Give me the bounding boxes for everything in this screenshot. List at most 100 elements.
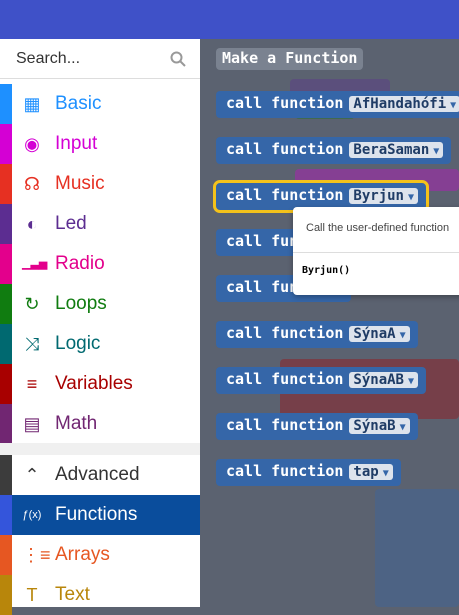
category-color-bar: [0, 164, 12, 204]
list-icon: ≡: [26, 374, 38, 394]
function-name: tap: [353, 464, 379, 480]
call-function-block[interactable]: call function SýnaA ▼: [216, 321, 418, 348]
category-label: Input: [55, 133, 98, 154]
category-loops[interactable]: ↻ Loops: [0, 284, 200, 324]
category-color-bar: [0, 455, 12, 495]
category-radio[interactable]: ▁▃▅ Radio: [0, 244, 200, 284]
category-color-bar: [0, 535, 12, 575]
category-color-bar: [0, 204, 12, 244]
category-label: Text: [55, 584, 90, 605]
search-box[interactable]: Search...: [0, 39, 200, 79]
function-dropdown[interactable]: tap ▼: [349, 464, 393, 480]
category-text[interactable]: T Text: [0, 575, 200, 615]
category-color-bar: [0, 284, 12, 324]
ghost-block: [375, 489, 459, 607]
category-label: Math: [55, 413, 98, 434]
category-color-bar: [0, 124, 12, 164]
category-label: Logic: [55, 333, 101, 354]
category-color-bar: [0, 575, 12, 615]
tooltip-signature: Byrjun(): [302, 265, 351, 276]
category-title: Make a Function: [216, 48, 364, 70]
category-color-bar: [0, 404, 12, 444]
block-label: call function: [226, 186, 344, 204]
category-color-bar: [0, 495, 12, 535]
category-color-bar: [0, 364, 12, 404]
grid-icon: ▦: [23, 94, 41, 114]
function-dropdown[interactable]: SýnaAB ▼: [349, 372, 419, 388]
function-name: SýnaB: [353, 418, 396, 434]
tooltip-divider: [293, 252, 459, 253]
category-color-bar: [0, 84, 12, 124]
shuffle-icon: ⤨: [24, 334, 40, 354]
category-math[interactable]: ▤ Math: [0, 404, 200, 444]
block-label: call function: [226, 94, 344, 112]
toggle-icon: ◐: [26, 214, 38, 234]
call-function-block[interactable]: call function tap ▼: [216, 459, 401, 486]
function-name: Byrjun: [353, 188, 404, 204]
function-name: AfHandahófi: [353, 96, 447, 112]
dropdown-arrow-icon: ▼: [450, 100, 457, 111]
function-dropdown[interactable]: SýnaA ▼: [349, 326, 410, 342]
signal-icon: ▁▃▅: [22, 258, 48, 270]
function-dropdown[interactable]: Byrjun ▼: [349, 188, 419, 204]
refresh-icon: ↻: [24, 294, 40, 314]
call-function-block[interactable]: call function BeraSaman ▼: [216, 137, 452, 164]
function-dropdown[interactable]: SýnaB ▼: [349, 418, 410, 434]
call-function-block[interactable]: call function AfHandahófi ▼: [216, 91, 459, 118]
category-logic[interactable]: ⤨ Logic: [0, 324, 200, 364]
function-name: SýnaA: [353, 326, 396, 342]
function-name: SýnaAB: [353, 372, 404, 388]
category-basic[interactable]: ▦ Basic: [0, 84, 200, 124]
block-label: call function: [226, 324, 344, 342]
toolbox-separator: [0, 443, 200, 455]
category-variables[interactable]: ≡ Variables: [0, 364, 200, 404]
category-label: Arrays: [55, 544, 110, 565]
dropdown-arrow-icon: ▼: [407, 192, 415, 203]
block-label: call function: [226, 140, 344, 158]
call-function-block[interactable]: call function SýnaB ▼: [216, 413, 418, 440]
calculator-icon: ▤: [23, 414, 41, 434]
category-functions[interactable]: ƒ(x) Functions: [0, 495, 200, 535]
dropdown-arrow-icon: ▼: [382, 468, 389, 479]
category-color-bar: [0, 324, 12, 364]
block-label: call function: [226, 370, 344, 388]
category-led[interactable]: ◐ Led: [0, 204, 200, 244]
block-tooltip: Call the user-defined function Byrjun(): [293, 207, 459, 295]
call-function-block[interactable]: call function Byrjun ▼: [212, 180, 430, 213]
category-label: Loops: [55, 293, 107, 314]
search-icon[interactable]: [170, 51, 186, 67]
target-icon: ◉: [24, 134, 40, 154]
chevron-up-icon: ⌃: [24, 465, 40, 485]
block-label: call function: [226, 416, 344, 434]
dropdown-arrow-icon: ▼: [399, 422, 406, 433]
category-music[interactable]: ☊ Music: [0, 164, 200, 204]
category-label: Music: [55, 173, 105, 194]
category-arrays[interactable]: ⋮≡ Arrays: [0, 535, 200, 575]
numbered-list-icon: ⋮≡: [22, 545, 51, 565]
category-label: Basic: [55, 93, 102, 114]
dropdown-arrow-icon: ▼: [407, 376, 415, 387]
category-label: Advanced: [55, 464, 140, 485]
blocks-workspace[interactable]: Make a Function call function AfHandahófi…: [200, 39, 459, 607]
text-icon: T: [26, 585, 38, 605]
function-dropdown[interactable]: AfHandahófi ▼: [349, 96, 459, 112]
dropdown-arrow-icon: ▼: [399, 330, 406, 341]
tooltip-description: Call the user-defined function: [306, 222, 450, 234]
headphones-icon: ☊: [24, 174, 40, 194]
search-input[interactable]: Search...: [16, 50, 80, 68]
category-label: Led: [55, 213, 87, 234]
function-icon: ƒ(x): [22, 509, 42, 521]
top-bar: [0, 0, 459, 39]
category-label: Functions: [55, 504, 138, 525]
call-function-block[interactable]: call function SýnaAB ▼: [216, 367, 427, 394]
toolbox-sidebar: Search... ▦ Basic ◉ Input ☊ Music ◐ Led ▁▃▅ Radio…: [0, 39, 200, 615]
function-name: BeraSaman: [353, 142, 430, 158]
category-color-bar: [0, 244, 12, 284]
category-advanced[interactable]: ⌃ Advanced: [0, 455, 200, 495]
category-input[interactable]: ◉ Input: [0, 124, 200, 164]
dropdown-arrow-icon: ▼: [433, 146, 440, 157]
function-dropdown[interactable]: BeraSaman ▼: [349, 142, 444, 158]
category-label: Variables: [55, 373, 133, 394]
block-label: call function: [226, 462, 344, 480]
category-label: Radio: [55, 253, 105, 274]
